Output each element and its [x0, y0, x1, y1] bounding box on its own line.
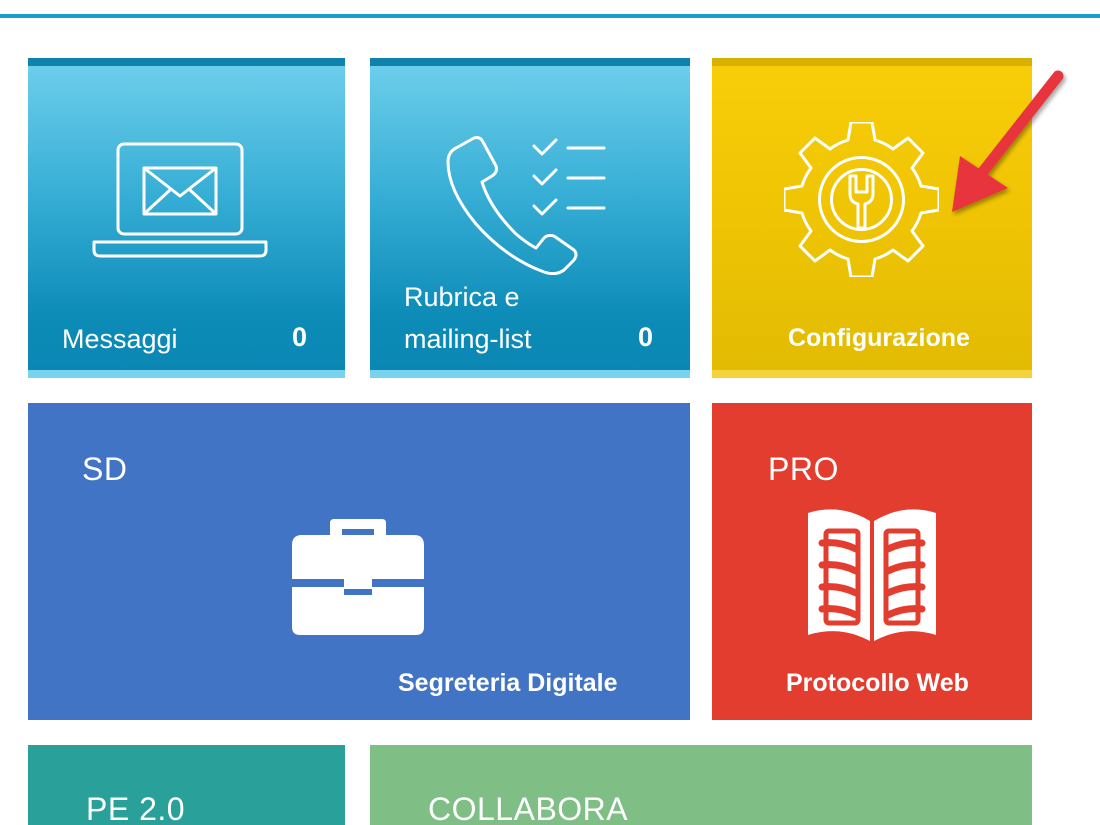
laptop-mail-icon	[92, 142, 268, 258]
annotation-arrow-icon	[952, 70, 1064, 212]
tile-code: PRO	[768, 451, 839, 487]
briefcase-icon	[292, 519, 424, 635]
tile-messaggi[interactable]: Messaggi 0	[28, 58, 345, 378]
tile-label: Segreteria Digitale	[398, 669, 618, 697]
message-count: 0	[292, 322, 308, 352]
tile-collabora[interactable]: COLLABORA	[370, 745, 1032, 825]
tile-label: Protocollo Web	[786, 669, 969, 697]
open-book-icon	[808, 509, 936, 641]
tile-label: Messaggi	[62, 324, 178, 354]
tile-top-bar	[28, 58, 345, 66]
tile-protocollo-web[interactable]: PRO Protocollo Web	[712, 403, 1032, 720]
tile-code: PE 2.0	[86, 791, 186, 825]
gear-wrench-icon	[784, 122, 939, 277]
contact-count: 0	[638, 322, 654, 352]
tile-pe[interactable]: PE 2.0	[28, 745, 345, 825]
tile-bottom-bar	[28, 370, 345, 378]
top-accent-line	[0, 14, 1100, 18]
tile-label-line2: mailing-list	[404, 324, 532, 354]
tile-segreteria-digitale[interactable]: SD Segreteria Digitale	[28, 403, 690, 720]
tile-label: Configurazione	[788, 324, 970, 352]
tile-bottom-bar	[370, 370, 690, 378]
tile-code: SD	[82, 451, 128, 487]
tile-bottom-bar	[712, 370, 1032, 378]
tile-label-line1: Rubrica e	[404, 282, 520, 312]
tile-code: COLLABORA	[428, 791, 629, 825]
phone-checklist-icon	[446, 136, 606, 275]
tile-rubrica[interactable]: Rubrica e mailing-list 0	[370, 58, 690, 378]
tile-top-bar	[370, 58, 690, 66]
